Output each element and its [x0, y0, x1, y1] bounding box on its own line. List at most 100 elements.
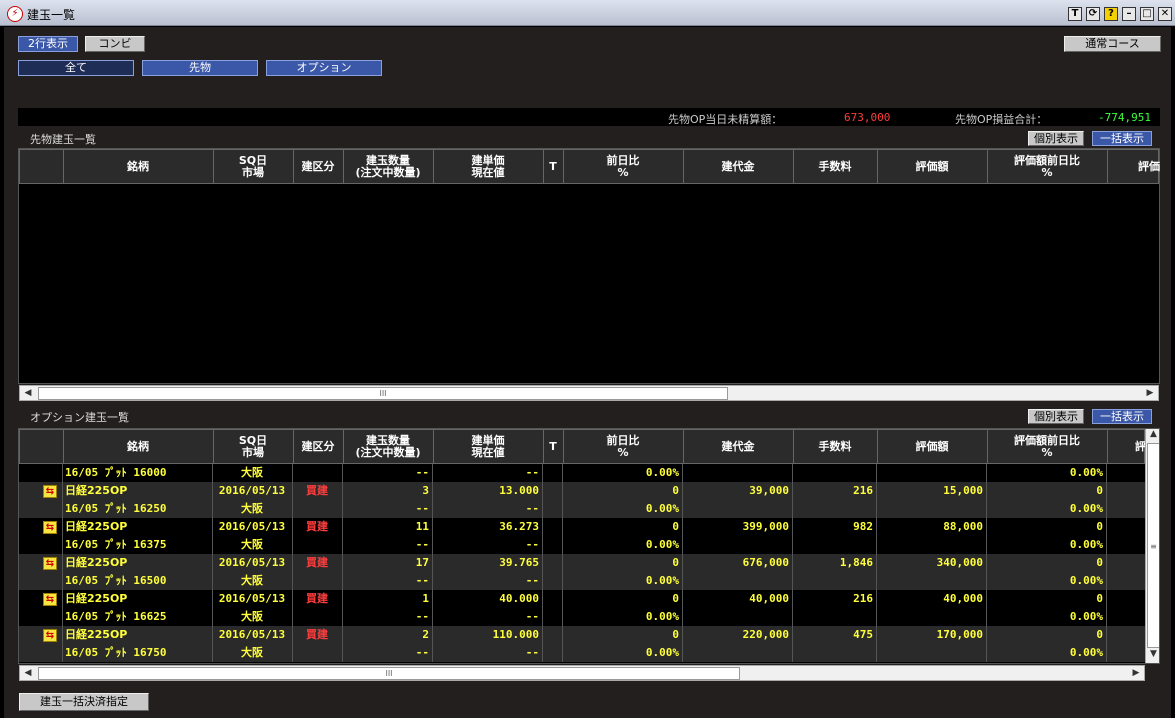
options-vscrollbar[interactable]: ▲ ≡ ▼: [1145, 429, 1159, 663]
cell-meigara: 16/05 ﾌﾟｯﾄ 16375: [65, 538, 167, 551]
bulk-settle-button[interactable]: 建玉一括決済指定: [19, 693, 149, 711]
text-size-icon[interactable]: T: [1068, 7, 1082, 21]
filter-options-tab[interactable]: オプション: [266, 60, 382, 76]
cell-meigara: 16/05 ﾌﾟｯﾄ 16000: [65, 466, 167, 479]
help-icon[interactable]: ?: [1104, 7, 1118, 21]
cell-qty: 2: [422, 628, 429, 641]
col-price[interactable]: 建単価 現在値: [433, 430, 544, 464]
grid-line: [342, 590, 343, 626]
options-section-title: オプション建玉一覧: [30, 411, 129, 424]
col-qty[interactable]: 建玉数量 (注文中数量): [343, 430, 434, 464]
cell-hyouka-prev: 0: [1096, 520, 1103, 533]
two-line-view-button[interactable]: 2行表示: [18, 36, 78, 52]
minimize-icon[interactable]: –: [1122, 7, 1136, 21]
grid-line: [542, 590, 543, 626]
col-sq[interactable]: SQ日 市場: [213, 430, 294, 464]
col-t[interactable]: T: [543, 430, 564, 464]
refresh-icon[interactable]: ⟳: [1086, 7, 1100, 21]
grid-line: [562, 626, 563, 662]
filter-all-tab[interactable]: 全て: [18, 60, 134, 76]
combi-view-button[interactable]: コンビ: [85, 36, 145, 52]
col-meigara[interactable]: 銘柄: [63, 150, 214, 184]
cell-prevday: 0: [672, 628, 679, 641]
grid-line: [682, 482, 683, 518]
cell-qty: 17: [415, 556, 429, 569]
col-qty[interactable]: 建玉数量 (注文中数量): [343, 150, 434, 184]
option-row[interactable]: ⇆ 日経225OP 2016/05/13 買建 1 40.000 0 40,000 216 40,…: [19, 590, 1145, 626]
futures-scroll-thumb[interactable]: III: [38, 387, 728, 400]
col-sq[interactable]: SQ日 市場: [213, 150, 294, 184]
course-button[interactable]: 通常コース: [1064, 36, 1161, 52]
grid-line: [876, 518, 877, 554]
option-row[interactable]: ⇆ 日経225OP 2016/05/13 買建 2 110.000 0 220,000 475 1…: [19, 626, 1145, 662]
col-hyouka[interactable]: 評価額: [877, 150, 988, 184]
col-t[interactable]: T: [543, 150, 564, 184]
grid-line: [1106, 554, 1107, 590]
cell-sq: 大阪: [241, 466, 263, 479]
col-fee[interactable]: 手数料: [793, 430, 878, 464]
cell-fee: 982: [853, 520, 873, 533]
close-icon[interactable]: ✕: [1158, 7, 1172, 21]
scroll-left-icon[interactable]: ◀: [20, 666, 36, 680]
settle-swap-icon[interactable]: ⇆: [43, 593, 57, 606]
option-row[interactable]: ⇆ 日経225OP 2016/05/13 買建 3 13.000 0 39,000 216 15,…: [19, 482, 1145, 518]
col-hyouka-prev[interactable]: 評価額前日比%: [987, 430, 1108, 464]
options-individual-button[interactable]: 個別表示: [1028, 409, 1084, 424]
option-row[interactable]: ⇆ 日経225OP 2016/05/13 買建 11 36.273 0 399,000 982 8…: [19, 518, 1145, 554]
col-last[interactable]: 評: [1107, 430, 1148, 464]
col-price[interactable]: 建単価 現在値: [433, 150, 544, 184]
scroll-up-icon[interactable]: ▲: [1146, 429, 1159, 443]
col-meigara[interactable]: 銘柄: [63, 430, 214, 464]
grid-line: [342, 482, 343, 518]
cell-fee: 475: [853, 628, 873, 641]
settle-swap-icon[interactable]: ⇆: [43, 557, 57, 570]
grid-line: [792, 482, 793, 518]
grid-line: [1106, 626, 1107, 662]
col-hyouka[interactable]: 評価額: [877, 430, 988, 464]
option-row[interactable]: 16/05 ﾌﾟｯﾄ 16000 大阪 -- -- 0.00% 0.00%: [19, 464, 1145, 482]
options-hscrollbar[interactable]: ◀ III ▶: [19, 665, 1145, 681]
col-icon: [20, 430, 64, 464]
options-bulk-button[interactable]: 一括表示: [1092, 409, 1152, 424]
window-titlebar[interactable]: ⚡ 建玉一覧 T ⟳ ? – □ ✕: [0, 0, 1175, 26]
cell-qty: --: [415, 574, 429, 587]
options-table-header: 銘柄 SQ日 市場 建区分 建玉数量 (注文中数量) 建単価 現在値 T 前日比% 建…: [19, 429, 1148, 464]
col-prevday[interactable]: 前日比%: [563, 430, 684, 464]
grid-line: [876, 626, 877, 662]
scroll-right-icon[interactable]: ▶: [1128, 666, 1144, 680]
grid-line: [876, 590, 877, 626]
settle-swap-icon[interactable]: ⇆: [43, 485, 57, 498]
grid-line: [542, 554, 543, 590]
futures-individual-button[interactable]: 個別表示: [1028, 131, 1084, 146]
col-daikin[interactable]: 建代金: [683, 150, 794, 184]
col-daikin[interactable]: 建代金: [683, 430, 794, 464]
grid-line: [62, 518, 63, 554]
option-row[interactable]: ⇆ 日経225OP 2016/05/13 買建 17 39.765 0 676,000 1,84…: [19, 554, 1145, 590]
options-scroll-thumb[interactable]: III: [38, 667, 740, 680]
settle-swap-icon[interactable]: ⇆: [43, 521, 57, 534]
maximize-icon[interactable]: □: [1140, 7, 1154, 21]
col-prevday[interactable]: 前日比%: [563, 150, 684, 184]
cell-prevday: 0: [672, 484, 679, 497]
col-fee[interactable]: 手数料: [793, 150, 878, 184]
cell-price: --: [525, 574, 539, 587]
scroll-left-icon[interactable]: ◀: [20, 386, 36, 400]
filter-futures-tab[interactable]: 先物: [142, 60, 258, 76]
col-kubun[interactable]: 建区分: [293, 430, 344, 464]
col-last[interactable]: 評価: [1107, 150, 1162, 184]
col-hyouka-prev[interactable]: 評価額前日比%: [987, 150, 1108, 184]
grid-line: [542, 482, 543, 518]
scroll-down-icon[interactable]: ▼: [1146, 649, 1159, 663]
options-vscroll-thumb[interactable]: ≡: [1147, 443, 1159, 648]
cell-hyouka: 170,000: [936, 628, 983, 641]
cell-meigara: 日経225OP: [65, 628, 128, 641]
col-kubun[interactable]: 建区分: [293, 150, 344, 184]
grid-line: [542, 464, 543, 482]
cell-price: --: [525, 466, 539, 479]
scroll-right-icon[interactable]: ▶: [1142, 386, 1158, 400]
futures-bulk-button[interactable]: 一括表示: [1092, 131, 1152, 146]
settle-swap-icon[interactable]: ⇆: [43, 629, 57, 642]
unsettled-value: 673,000: [844, 111, 891, 124]
cell-meigara: 16/05 ﾌﾟｯﾄ 16250: [65, 502, 167, 515]
futures-hscrollbar[interactable]: ◀ III ▶: [19, 385, 1159, 401]
